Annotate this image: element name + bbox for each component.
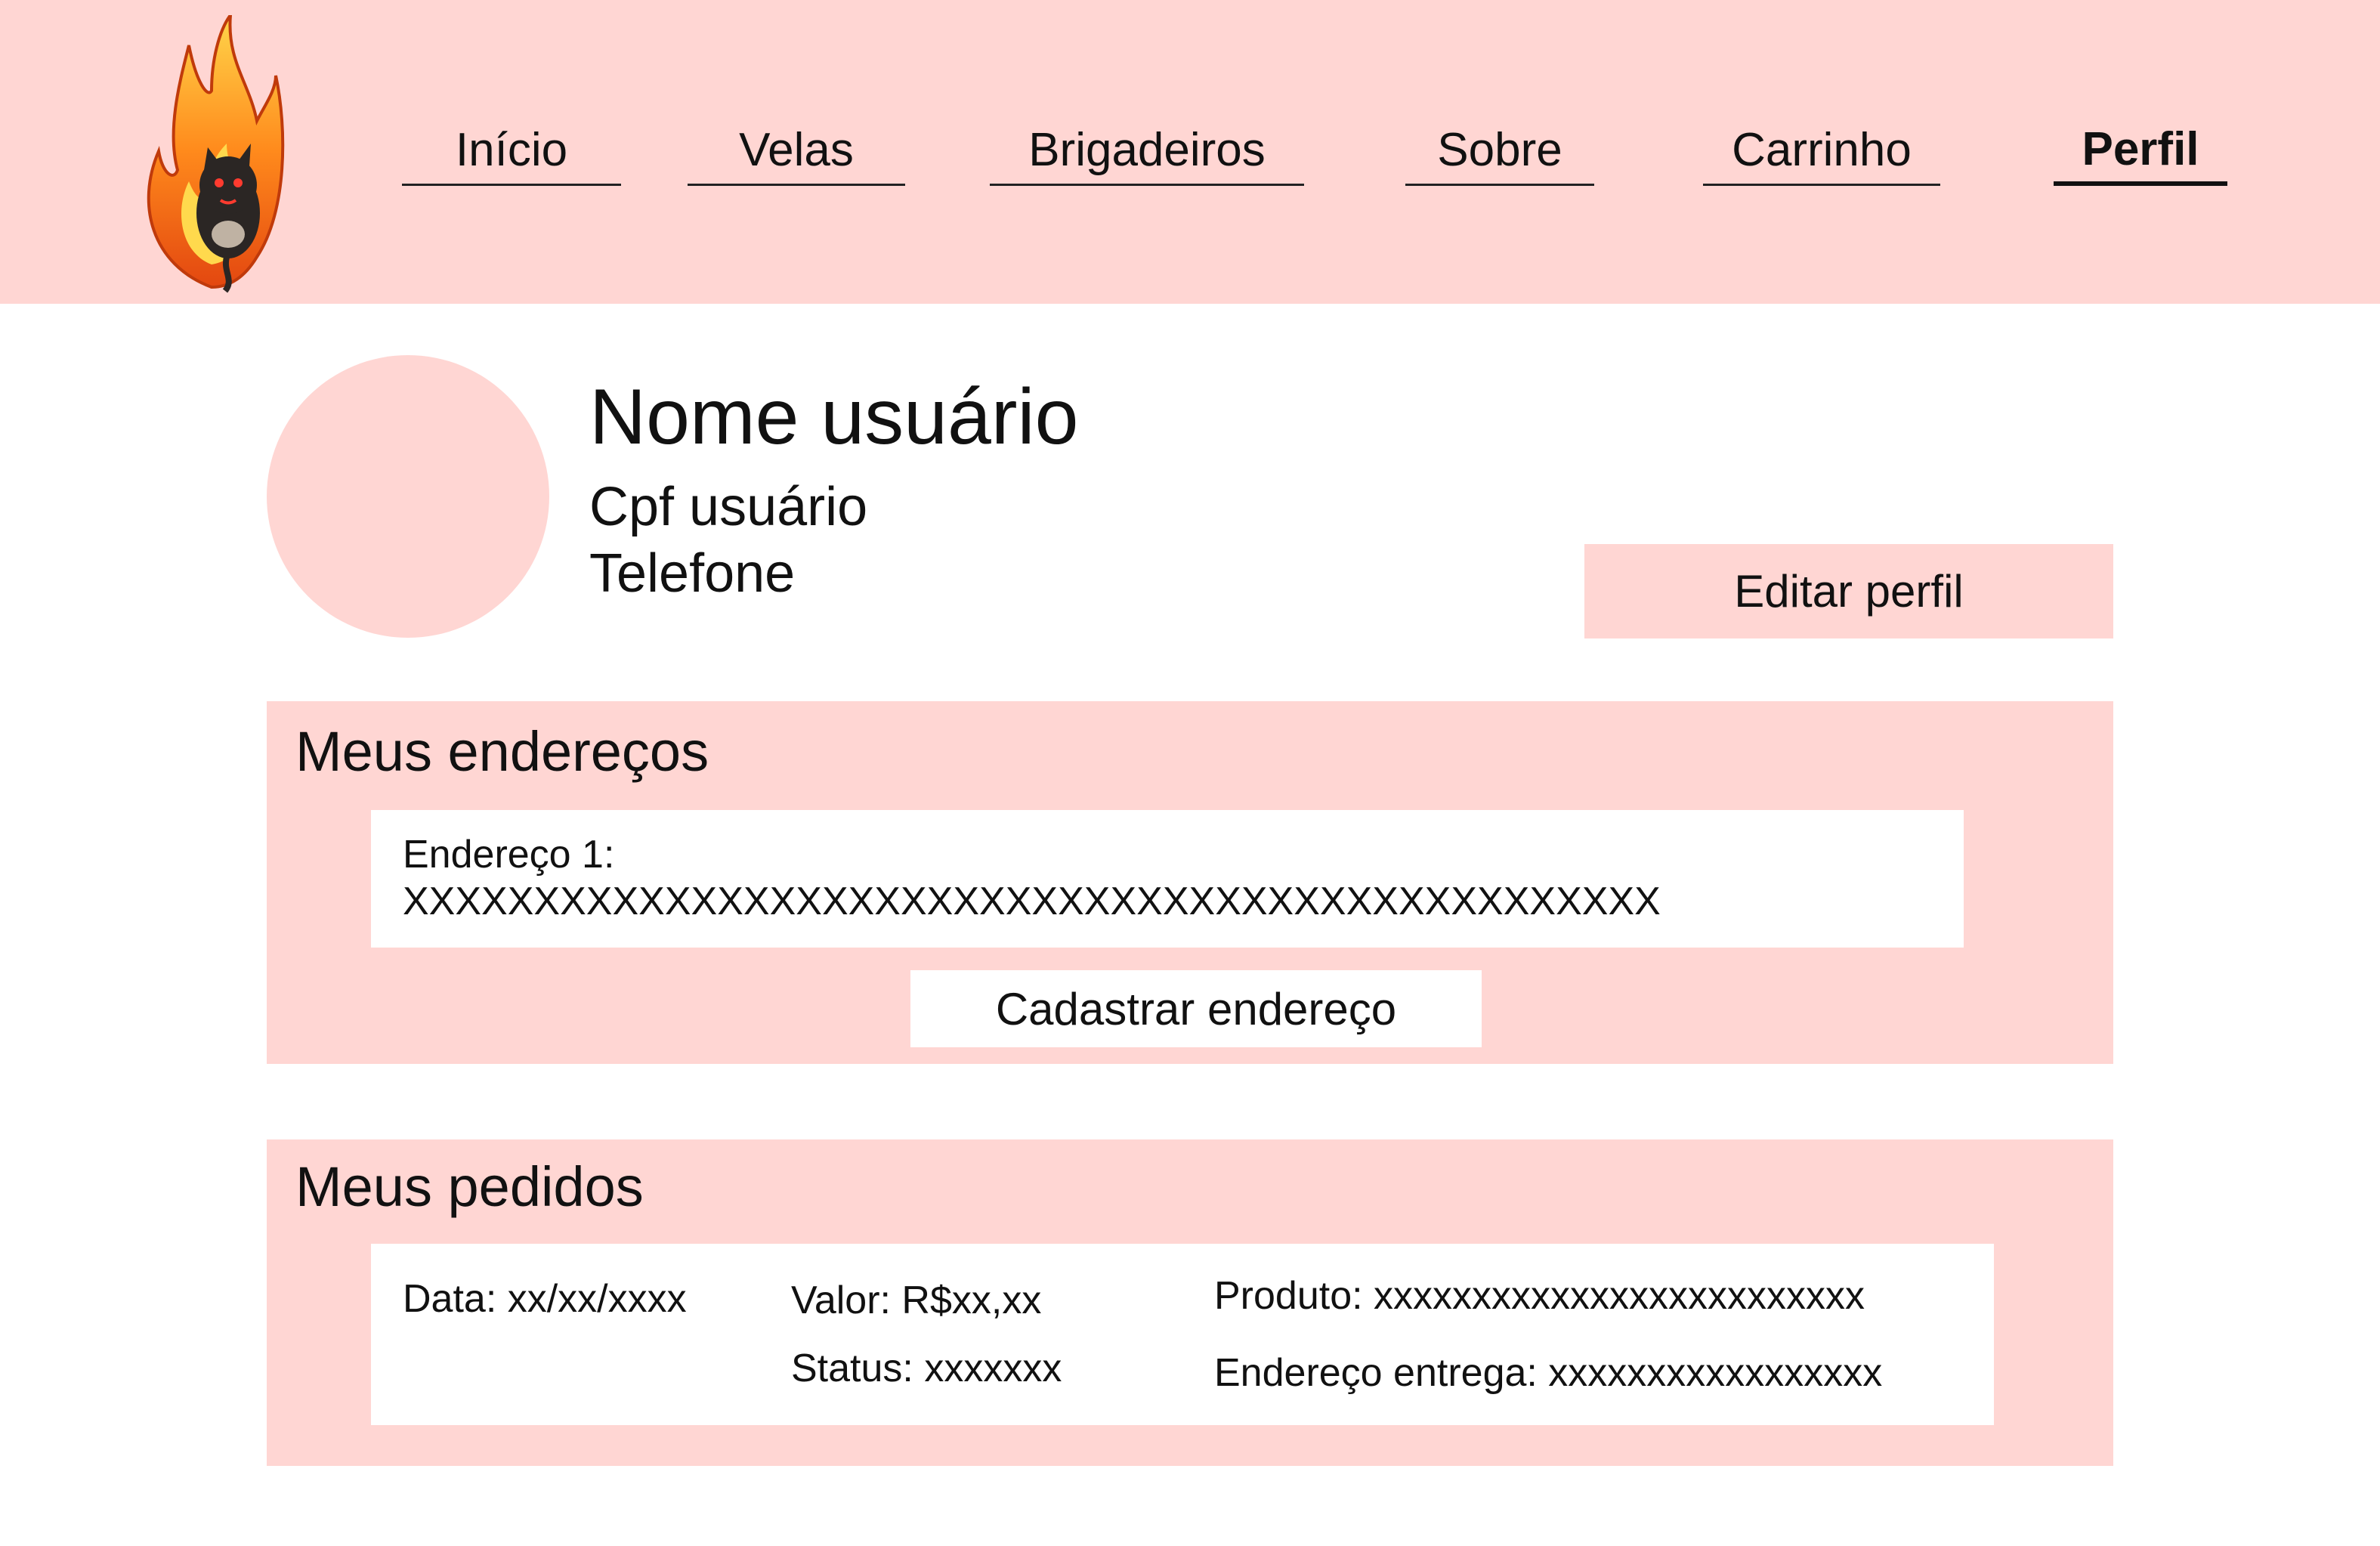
edit-profile-button[interactable]: Editar perfil: [1584, 544, 2113, 638]
user-cpf: Cpf usuário: [589, 477, 868, 537]
orders-panel: Meus pedidos Data: xx/xx/xxxx Valor: R$x…: [267, 1139, 2113, 1466]
nav-perfil[interactable]: Perfil: [2054, 116, 2227, 186]
order-product: Produto: xxxxxxxxxxxxxxxxxxxxxxxxx: [1214, 1274, 1865, 1318]
order-delivery-address: Endereço entrega: xxxxxxxxxxxxxxxxx: [1214, 1351, 1883, 1395]
address-label: Endereço 1:: [403, 833, 615, 877]
top-navbar: Início Velas Brigadeiros Sobre Carrinho …: [0, 0, 2380, 304]
order-value: Valor: R$xx,xx: [791, 1279, 1042, 1322]
nav-velas[interactable]: Velas: [688, 116, 905, 186]
user-name: Nome usuário: [589, 373, 1079, 461]
addresses-panel: Meus endereços Endereço 1: XXXXXXXXXXXXX…: [267, 701, 2113, 1064]
nav-carrinho[interactable]: Carrinho: [1703, 116, 1940, 186]
user-phone: Telefone: [589, 543, 796, 604]
flame-cat-logo[interactable]: [136, 10, 287, 295]
nav-sobre[interactable]: Sobre: [1405, 116, 1594, 186]
avatar[interactable]: [267, 355, 549, 638]
order-status: Status: xxxxxxx: [791, 1347, 1062, 1390]
nav-brigadeiros[interactable]: Brigadeiros: [990, 116, 1304, 186]
orders-title: Meus pedidos: [295, 1155, 644, 1218]
add-address-button[interactable]: Cadastrar endereço: [910, 970, 1482, 1047]
order-date: Data: xx/xx/xxxx: [403, 1277, 687, 1321]
address-value: XXXXXXXXXXXXXXXXXXXXXXXXXXXXXXXXXXXXXXXX…: [403, 880, 1661, 923]
order-card[interactable]: Data: xx/xx/xxxx Valor: R$xx,xx Status: …: [371, 1244, 1994, 1425]
addresses-title: Meus endereços: [295, 720, 709, 783]
nav-inicio[interactable]: Início: [402, 116, 621, 186]
address-card[interactable]: Endereço 1: XXXXXXXXXXXXXXXXXXXXXXXXXXXX…: [371, 810, 1964, 948]
